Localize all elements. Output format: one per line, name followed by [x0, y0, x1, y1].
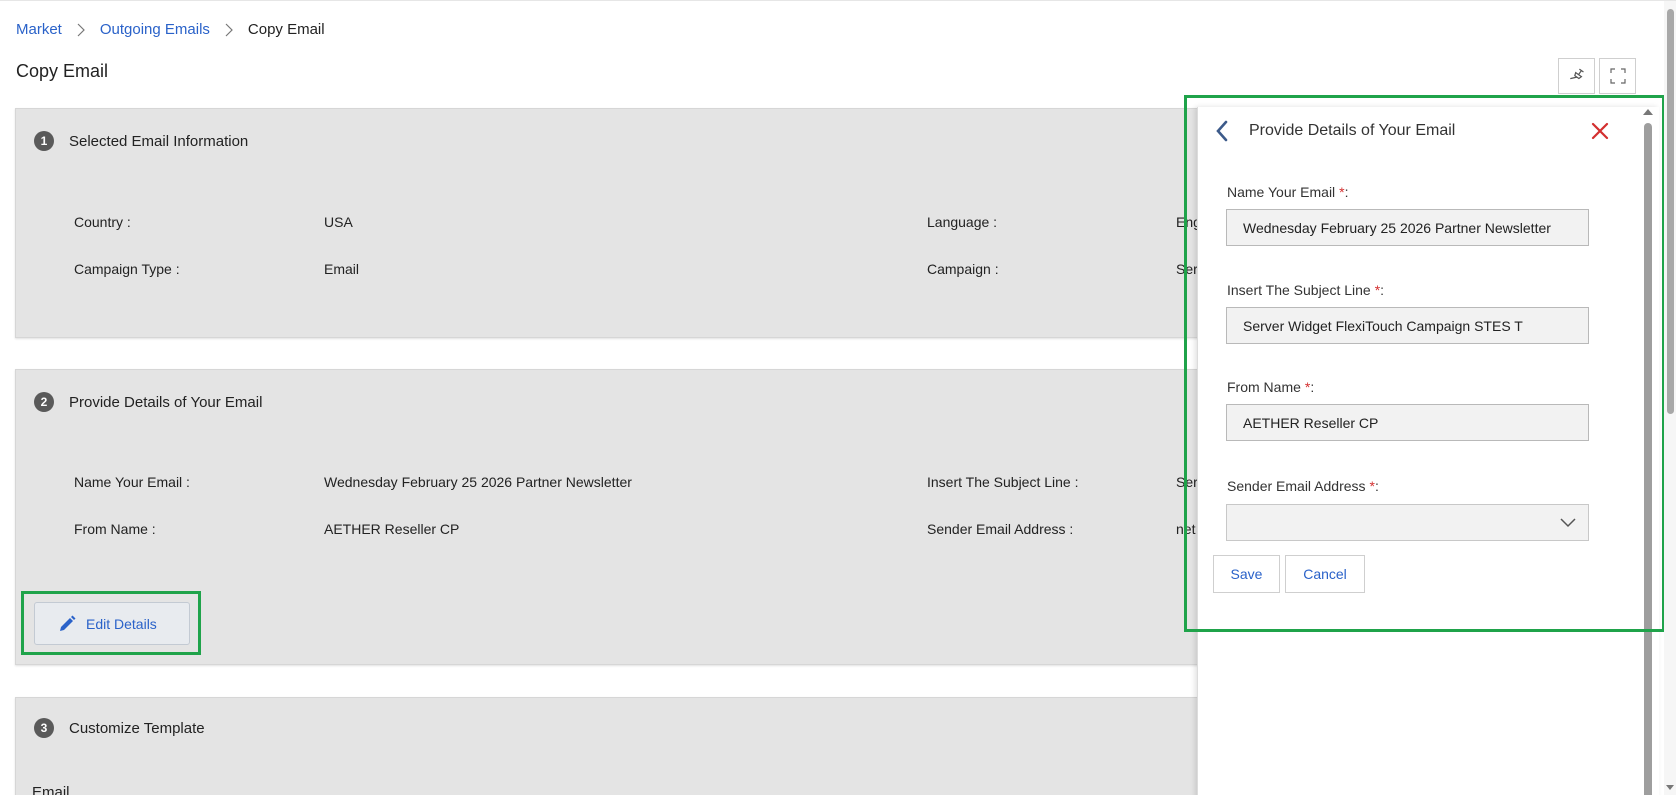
panel-scroll-thumb[interactable] — [1644, 123, 1652, 795]
card-header: 1 Selected Email Information — [34, 131, 248, 151]
back-button[interactable] — [1211, 119, 1233, 143]
card-title: Selected Email Information — [69, 132, 249, 150]
campaign-type-value: Email — [324, 261, 360, 277]
copy-email-page: Market Outgoing Emails Copy Email Copy E… — [0, 0, 1676, 795]
breadcrumb-current: Copy Email — [247, 21, 325, 38]
step-number: 1 — [34, 131, 54, 151]
sender-email-label: Sender Email Address *: — [1227, 478, 1379, 494]
campaign-label: Campaign : — [927, 261, 999, 277]
edit-details-button[interactable]: Edit Details — [34, 602, 190, 645]
email-name-label: Name Your Email : — [74, 474, 190, 490]
breadcrumb-outgoing-emails[interactable]: Outgoing Emails — [100, 21, 210, 38]
back-arrow-icon — [1216, 120, 1228, 142]
country-label: Country : — [74, 214, 131, 230]
close-icon — [1591, 122, 1609, 140]
close-button[interactable] — [1588, 119, 1612, 143]
country-value: USA — [324, 214, 353, 230]
fullscreen-button[interactable] — [1599, 58, 1636, 94]
scroll-down-arrow[interactable] — [1666, 785, 1674, 790]
pin-icon — [1569, 68, 1584, 80]
chevron-right-icon — [225, 23, 233, 36]
card-title: Customize Template — [69, 719, 205, 737]
sender-email-value: net — [1176, 521, 1196, 537]
from-name-value: AETHER Reseller CP — [324, 521, 460, 537]
template-email-label: Email — [32, 784, 70, 795]
panel-title: Provide Details of Your Email — [1249, 122, 1456, 139]
name-email-input[interactable] — [1226, 209, 1589, 246]
breadcrumb-market[interactable]: Market — [16, 21, 62, 38]
card-header: 2 Provide Details of Your Email — [34, 392, 262, 412]
card-header: 3 Customize Template — [34, 718, 205, 738]
campaign-type-label: Campaign Type : — [74, 261, 180, 277]
subject-line-input[interactable] — [1226, 307, 1589, 344]
panel-scrollbar[interactable] — [1638, 107, 1658, 795]
language-label: Language : — [927, 214, 998, 230]
campaign-value: Ser — [1176, 261, 1198, 277]
subject-line-label: Insert The Subject Line *: — [1227, 282, 1385, 298]
edit-details-highlight: Edit Details — [21, 591, 201, 655]
chevron-down-icon — [1560, 518, 1576, 528]
email-details-panel: Provide Details of Your Email Name Your … — [1197, 107, 1659, 795]
chevron-right-icon — [77, 23, 85, 36]
fullscreen-icon — [1609, 68, 1626, 84]
pencil-icon — [60, 615, 76, 631]
card-title: Provide Details of Your Email — [69, 393, 263, 411]
sender-email-label: Sender Email Address : — [927, 521, 1074, 537]
name-email-label: Name Your Email *: — [1227, 184, 1349, 200]
step-number: 3 — [34, 718, 54, 738]
cancel-button[interactable]: Cancel — [1285, 555, 1365, 593]
step-number: 2 — [34, 392, 54, 412]
page-tools — [1558, 58, 1636, 94]
email-name-value: Wednesday February 25 2026 Partner Newsl… — [324, 474, 632, 490]
pin-button[interactable] — [1558, 58, 1595, 94]
subject-line-label: Insert The Subject Line : — [927, 474, 1079, 490]
edit-details-label: Edit Details — [86, 615, 157, 632]
scroll-up-arrow[interactable] — [1643, 109, 1653, 115]
sender-email-select[interactable] — [1226, 504, 1589, 541]
from-name-label: From Name : — [74, 521, 156, 537]
page-scrollbar[interactable] — [1664, 1, 1676, 795]
from-name-input[interactable] — [1226, 404, 1589, 441]
page-scroll-thumb[interactable] — [1667, 9, 1674, 414]
save-button[interactable]: Save — [1213, 555, 1280, 593]
page-title: Copy Email — [16, 61, 109, 81]
breadcrumb: Market Outgoing Emails Copy Email — [16, 21, 325, 38]
from-name-label: From Name *: — [1227, 379, 1315, 395]
subject-line-value: Ser — [1176, 474, 1198, 490]
